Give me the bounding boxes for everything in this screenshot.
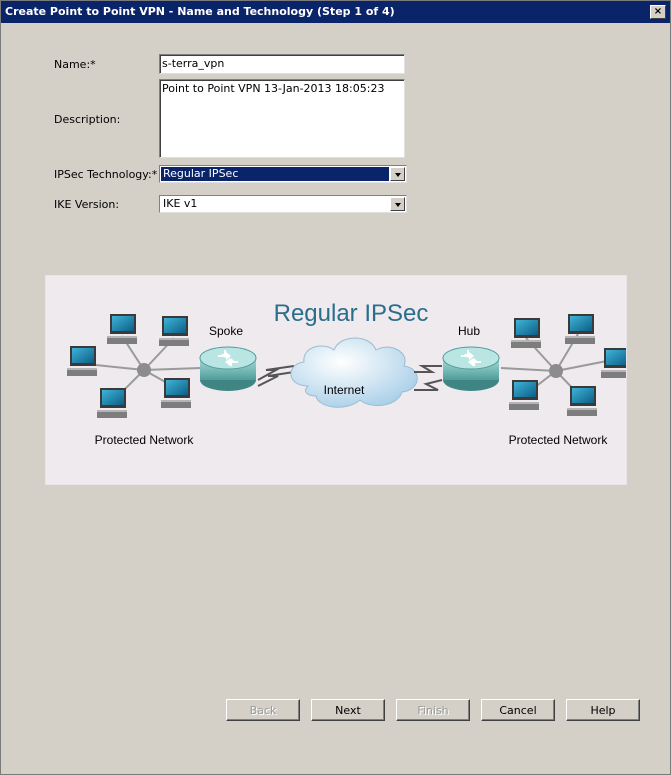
right-wan-link [414, 365, 443, 391]
diagram-title: Regular IPSec [274, 300, 429, 327]
pc-icon [159, 316, 189, 346]
name-label: Name:* [54, 58, 96, 71]
ipsec-technology-value: Regular IPSec [161, 167, 389, 181]
right-protected-network-label: Protected Network [509, 433, 609, 447]
right-switch-node [549, 364, 563, 378]
ipsec-technology-select[interactable]: Regular IPSec [159, 165, 407, 183]
pc-icon [67, 346, 97, 376]
description-value: Point to Point VPN 13-Jan-2013 18:05:23 [162, 82, 385, 95]
back-button[interactable]: Back [226, 699, 300, 721]
close-button[interactable]: × [650, 5, 666, 19]
topology-diagram-panel: Regular IPSec Spoke Internet Hub Protect… [45, 275, 631, 485]
pc-icon [107, 314, 137, 344]
pc-icon [567, 386, 597, 416]
spoke-label: Spoke [209, 324, 243, 338]
hub-router-icon [442, 346, 500, 392]
window-title: Create Point to Point VPN - Name and Tec… [5, 5, 395, 18]
name-value: s-terra_vpn [162, 57, 225, 70]
ike-version-select[interactable]: IKE v1 [159, 195, 407, 213]
title-bar[interactable]: Create Point to Point VPN - Name and Tec… [1, 1, 670, 23]
next-button[interactable]: Next [311, 699, 385, 721]
close-icon: × [653, 6, 663, 17]
ipsec-technology-label: IPSec Technology:* [54, 168, 158, 181]
chevron-down-icon[interactable] [390, 167, 405, 181]
pc-icon [161, 378, 191, 408]
description-field[interactable]: Point to Point VPN 13-Jan-2013 18:05:23 [159, 79, 405, 158]
finish-button[interactable]: Finish [396, 699, 470, 721]
description-label: Description: [54, 113, 121, 126]
ike-version-value: IKE v1 [163, 197, 198, 210]
pc-icon [97, 388, 127, 418]
pc-icon [565, 314, 595, 344]
dialog-window: Create Point to Point VPN - Name and Tec… [0, 0, 671, 775]
left-switch-node [137, 363, 151, 377]
chevron-down-icon[interactable] [390, 197, 405, 211]
pc-icon [511, 318, 541, 348]
internet-label: Internet [324, 383, 365, 397]
name-field[interactable]: s-terra_vpn [159, 54, 405, 74]
pc-icon [601, 348, 631, 378]
pc-icon [509, 380, 539, 410]
help-button[interactable]: Help [566, 699, 640, 721]
left-wan-link [257, 365, 295, 387]
spoke-router-icon [199, 346, 257, 392]
ike-version-label: IKE Version: [54, 198, 120, 211]
cancel-button[interactable]: Cancel [481, 699, 555, 721]
topology-diagram: Regular IPSec Spoke Internet Hub Protect… [67, 300, 631, 447]
left-protected-network-label: Protected Network [95, 433, 195, 447]
hub-label: Hub [458, 324, 480, 338]
